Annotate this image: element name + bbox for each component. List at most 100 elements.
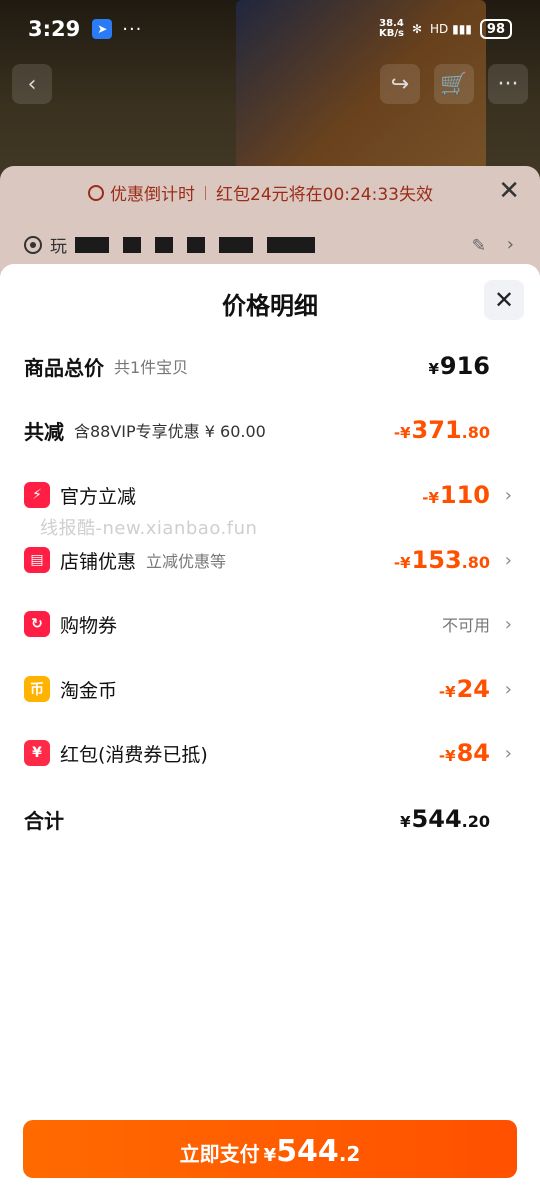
amount-prefix: -¥ bbox=[393, 554, 411, 572]
address-redacted bbox=[75, 236, 315, 253]
promo-close-button[interactable]: ✕ bbox=[498, 176, 520, 206]
amount-integer: 916 bbox=[439, 352, 490, 380]
row-sub: 共1件宝贝 bbox=[114, 358, 189, 377]
network-speed-unit: KB/s bbox=[378, 28, 404, 39]
row-total-price: 商品总价 共1件宝贝 ¥ 916 bbox=[24, 346, 516, 386]
cart-button[interactable]: 🛒 bbox=[434, 64, 474, 104]
store-icon: ▤ bbox=[24, 547, 50, 573]
row-sub: 立减优惠等 bbox=[146, 552, 227, 571]
signal-icon: HD ▮▮▮ bbox=[430, 22, 472, 36]
redaction-block bbox=[267, 236, 315, 253]
amount-integer: 544 bbox=[411, 805, 462, 833]
redaction-block bbox=[123, 236, 141, 253]
share-icon: ↪ bbox=[390, 71, 410, 97]
row-official-discount[interactable]: ⚡ 官方立减 -¥ 110 › bbox=[24, 475, 516, 515]
amount-prefix: -¥ bbox=[422, 489, 439, 507]
back-arrow-icon: ‹ bbox=[27, 71, 37, 97]
row-amount: -¥ 153 .80 bbox=[394, 546, 490, 574]
sheet-title: 价格明细 bbox=[222, 292, 318, 320]
lightning-icon: ⚡ bbox=[24, 482, 50, 508]
row-discount-total: 共减 含88VIP专享优惠 ¥ 60.00 -¥ 371 .80 bbox=[24, 410, 516, 450]
amount-integer: 153 bbox=[411, 546, 462, 574]
amount-prefix: -¥ bbox=[393, 424, 411, 442]
redaction-block bbox=[219, 236, 253, 253]
divider bbox=[205, 185, 206, 200]
status-bar: 3:29 ➤ ··· 38.4 KB/s ✻ HD ▮▮▮ 98 bbox=[0, 0, 540, 58]
amount-decimal: .80 bbox=[461, 553, 490, 572]
more-icon: ··· bbox=[497, 71, 519, 97]
row-grand-total: 合计 ¥ 544 .20 bbox=[24, 799, 516, 839]
location-pin-icon bbox=[24, 235, 42, 254]
network-speed: 38.4 KB/s bbox=[379, 19, 404, 39]
row-amount: -¥ 84 bbox=[439, 739, 490, 767]
amount-integer: 371 bbox=[411, 416, 462, 444]
row-label: 合计 bbox=[24, 808, 64, 833]
redaction-block bbox=[75, 236, 109, 253]
edit-icon[interactable]: ✎ bbox=[472, 236, 486, 256]
row-label: 官方立减 bbox=[60, 485, 137, 508]
countdown-label: 优惠倒计时 bbox=[110, 185, 195, 205]
back-button[interactable]: ‹ bbox=[12, 64, 52, 104]
row-amount: -¥ 24 bbox=[439, 675, 490, 703]
sheet-close-button[interactable]: ✕ bbox=[484, 280, 524, 320]
row-label: 淘金币 bbox=[60, 679, 118, 702]
row-amount: ¥ 544 .20 bbox=[400, 805, 490, 833]
more-notifications: ··· bbox=[122, 18, 143, 40]
row-amount: -¥ 110 bbox=[422, 481, 490, 509]
row-amount: ¥ 916 bbox=[428, 352, 490, 380]
price-detail-sheet: 价格明细 ✕ 商品总价 共1件宝贝 ¥ 916 共减 含88VIP专享优惠 ¥ … bbox=[0, 264, 540, 1200]
chevron-right-icon: › bbox=[504, 549, 512, 571]
row-shopping-coupon[interactable]: ↻ 购物券 不可用 › bbox=[24, 604, 516, 644]
pay-button-decimal: .2 bbox=[338, 1142, 361, 1166]
amount-prefix: -¥ bbox=[438, 683, 456, 701]
chevron-right-icon: › bbox=[504, 484, 512, 506]
row-gold-coin[interactable]: 币 淘金币 -¥ 24 › bbox=[24, 669, 516, 709]
bluetooth-icon: ✻ bbox=[411, 22, 423, 36]
coupon-icon: ↻ bbox=[24, 611, 50, 637]
pay-button-currency: ¥ bbox=[263, 1145, 277, 1166]
app-notification-icon: ➤ bbox=[92, 19, 113, 39]
countdown-banner: 优惠倒计时 红包24元将在00:24:33失效 bbox=[88, 180, 433, 205]
row-sub: 含88VIP专享优惠 ¥ 60.00 bbox=[74, 422, 266, 441]
amount-integer: 24 bbox=[456, 675, 490, 703]
battery-indicator: 98 bbox=[479, 19, 512, 39]
row-label: 共减 bbox=[24, 419, 64, 444]
chevron-right-icon: › bbox=[504, 742, 512, 764]
coupon-status: 不可用 bbox=[441, 616, 490, 635]
amount-decimal: .80 bbox=[461, 423, 490, 442]
amount-currency: ¥ bbox=[400, 813, 411, 831]
coin-icon: 币 bbox=[24, 676, 50, 702]
cart-icon: 🛒 bbox=[440, 71, 468, 97]
countdown-text: 红包24元将在00:24:33失效 bbox=[216, 185, 433, 205]
close-icon: ✕ bbox=[493, 286, 515, 314]
red-packet-icon: ¥ bbox=[24, 740, 50, 766]
share-button[interactable]: ↪ bbox=[380, 64, 420, 104]
row-label: 商品总价 bbox=[24, 355, 104, 380]
amount-prefix: -¥ bbox=[438, 747, 456, 765]
row-label: 红包(消费券已抵) bbox=[60, 743, 208, 766]
row-label: 店铺优惠 bbox=[60, 550, 137, 573]
chevron-right-icon: › bbox=[504, 678, 512, 700]
row-store-discount[interactable]: ▤ 店铺优惠 立减优惠等 -¥ 153 .80 › bbox=[24, 540, 516, 580]
address-row[interactable]: 玩 bbox=[24, 232, 315, 257]
amount-integer: 84 bbox=[456, 739, 490, 767]
redaction-block bbox=[155, 236, 173, 253]
row-amount: -¥ 371 .80 bbox=[394, 416, 490, 444]
row-red-packet[interactable]: ¥ 红包(消费券已抵) -¥ 84 › bbox=[24, 733, 516, 773]
pay-button-integer: 544 bbox=[276, 1134, 339, 1169]
chevron-right-icon: › bbox=[506, 234, 514, 255]
pay-now-button[interactable]: 立即支付 ¥ 544 .2 bbox=[23, 1120, 517, 1178]
amount-decimal: .20 bbox=[461, 812, 490, 831]
watermark: 线报酷-new.xianbao.fun bbox=[40, 518, 258, 539]
redaction-block bbox=[187, 236, 205, 253]
status-time: 3:29 bbox=[28, 17, 81, 41]
amount-integer: 110 bbox=[439, 481, 490, 509]
clock-icon bbox=[88, 184, 104, 201]
promo-panel: 优惠倒计时 红包24元将在00:24:33失效 ✕ 玩 ✎ › bbox=[0, 166, 540, 276]
more-button[interactable]: ··· bbox=[488, 64, 528, 104]
address-prefix: 玩 bbox=[50, 237, 67, 257]
amount-currency: ¥ bbox=[428, 360, 439, 378]
pay-button-label: 立即支付 bbox=[179, 1142, 260, 1166]
chevron-right-icon: › bbox=[504, 613, 512, 635]
row-label: 购物券 bbox=[60, 614, 118, 637]
